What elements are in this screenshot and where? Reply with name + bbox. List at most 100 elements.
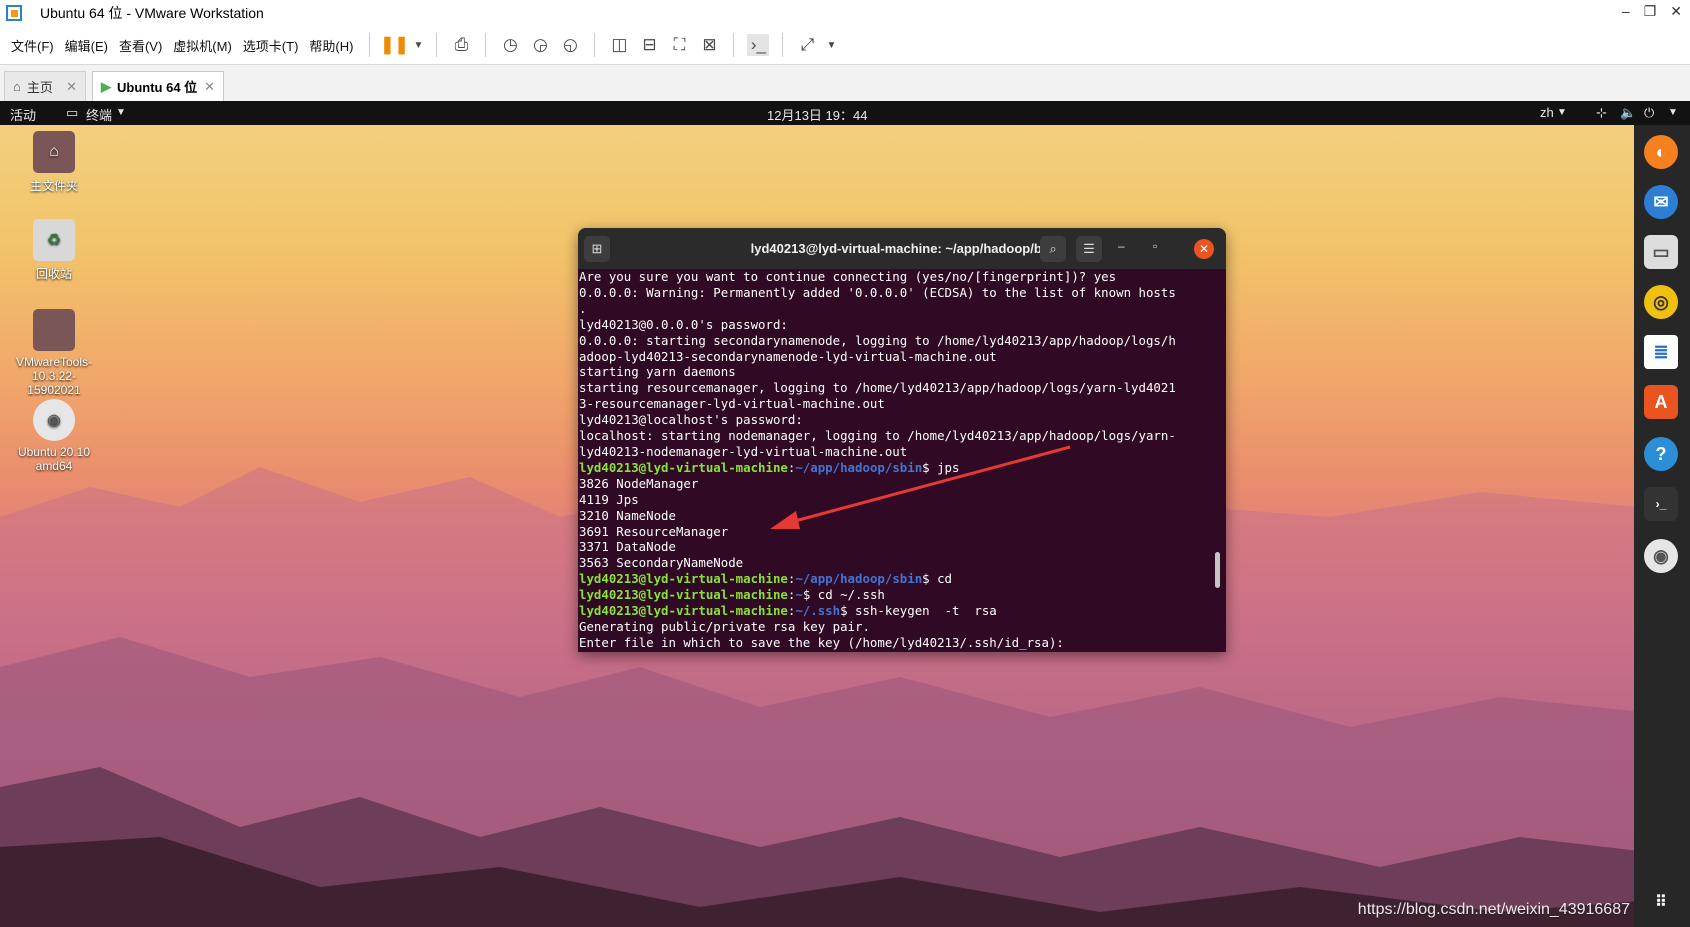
chevron-down-icon[interactable]: ▼: [116, 107, 126, 118]
terminal-line: .: [579, 300, 587, 316]
window-title: Ubuntu 64 位 - VMware Workstation: [40, 5, 264, 21]
menu-tabs[interactable]: 选项卡(T): [243, 36, 299, 55]
minimize-icon[interactable]: –: [1622, 3, 1630, 20]
terminal-line: Are you sure you want to continue connec…: [579, 269, 1117, 284]
restore-icon[interactable]: ❐: [1644, 3, 1657, 20]
desktop-item-trash[interactable]: ♻ 回收站: [8, 219, 100, 282]
desktop-item-ubuntu-disc[interactable]: ◉ Ubuntu 20.10 amd64: [8, 399, 100, 473]
terminal-line: 3563 SecondaryNameNode: [579, 555, 744, 571]
sidebar-view-icon[interactable]: ◫: [608, 34, 630, 56]
menu-edit[interactable]: 编辑(E): [65, 36, 108, 55]
desktop-item-home[interactable]: ⌂ 主文件夹: [8, 131, 100, 194]
terminal-icon[interactable]: ›_: [1644, 487, 1678, 521]
stretch-icon[interactable]: ⤢: [796, 34, 818, 56]
vm-screen[interactable]: 活动 ▭ 终端 ▼ 12月13日 19：44 zh ▼ ⊹ 🔈 ⏻ ▼ ⌂ 主文…: [0, 101, 1690, 927]
rhythmbox-icon[interactable]: ◎: [1644, 285, 1678, 319]
dvd-icon[interactable]: ◉: [1644, 539, 1678, 573]
chevron-down-icon[interactable]: ▼: [826, 34, 837, 56]
terminal-line: adoop-lyd40213-secondarynamenode-lyd-vir…: [579, 348, 997, 364]
folder-icon: [33, 309, 75, 351]
terminal-app-menu-icon[interactable]: ▭: [66, 105, 78, 121]
toolbar-separator: [733, 33, 735, 57]
snapshot-icon[interactable]: ◷: [499, 34, 521, 56]
prompt-command: $ cd ~/.ssh: [802, 587, 885, 603]
console-view-icon[interactable]: ›_: [747, 34, 770, 56]
menu-help[interactable]: 帮助(H): [309, 36, 353, 55]
toolbar-separator: [369, 33, 371, 57]
clock[interactable]: 12月13日 19：44: [767, 105, 867, 124]
tab-label: Ubuntu 64 位: [117, 80, 198, 95]
home-icon: ⌂: [13, 79, 21, 94]
chevron-down-icon[interactable]: ▼: [1557, 107, 1567, 118]
tab-home[interactable]: ⌂ 主页 ✕: [4, 71, 86, 101]
window-titlebar: Ubuntu 64 位 - VMware Workstation – ❐ ✕: [0, 0, 1690, 26]
close-tab-icon[interactable]: ✕: [66, 79, 77, 95]
close-icon[interactable]: ✕: [1194, 239, 1214, 259]
terminal-window[interactable]: ⊞ lyd40213@lyd-virtual-machine: ~/app/ha…: [578, 228, 1226, 652]
minimize-icon[interactable]: –: [1118, 239, 1125, 253]
prompt-path: ~: [795, 587, 803, 603]
terminal-line: lyd40213@lyd-virtual-machine:~$ cd ~/.ss…: [579, 587, 1205, 603]
scrollbar[interactable]: [1215, 552, 1220, 588]
toolbar-separator: [594, 33, 596, 57]
fullscreen-icon[interactable]: ⛶: [668, 34, 690, 56]
send-keys-icon[interactable]: ⎙: [450, 34, 472, 56]
prompt-command: $ ssh-keygen -t rsa: [840, 603, 997, 619]
vmware-logo-icon: [6, 5, 22, 21]
terminal-title: lyd40213@lyd-virtual-machine: ~/app/hado…: [750, 241, 1054, 256]
help-icon[interactable]: ?: [1644, 437, 1678, 471]
power-icon[interactable]: ⏻: [1644, 105, 1654, 121]
terminal-line: Enter file in which to save the key (/ho…: [579, 634, 1064, 650]
activities-button[interactable]: 活动: [10, 105, 36, 124]
desktop-item-label: 主文件夹: [29, 179, 78, 193]
volume-icon[interactable]: 🔈: [1620, 105, 1636, 121]
thumbnail-view-icon[interactable]: ⊟: [638, 34, 660, 56]
tab-label: 主页: [26, 80, 53, 95]
revert-snapshot-icon[interactable]: ◶: [529, 34, 551, 56]
menu-view[interactable]: 查看(V): [119, 36, 162, 55]
show-apps-icon[interactable]: ⠿: [1644, 885, 1678, 919]
desktop-item-label: Ubuntu 20.10 amd64: [17, 445, 91, 473]
menu-vm[interactable]: 虚拟机(M): [173, 36, 232, 55]
software-icon[interactable]: A: [1644, 385, 1678, 419]
gnome-topbar: 活动 ▭ 终端 ▼ 12月13日 19：44 zh ▼ ⊹ 🔈 ⏻ ▼: [0, 101, 1690, 125]
vm-icon: ▶: [101, 78, 111, 94]
prompt-user: lyd40213@lyd-virtual-machine: [579, 587, 788, 603]
terminal-headerbar: ⊞ lyd40213@lyd-virtual-machine: ~/app/ha…: [578, 228, 1226, 269]
annotation-arrow: [770, 445, 1071, 529]
watermark: https://blog.csdn.net/weixin_43916687: [1357, 901, 1630, 918]
writer-icon[interactable]: ≣: [1644, 335, 1678, 369]
pause-icon[interactable]: ❚❚: [380, 34, 409, 56]
network-icon[interactable]: ⊹: [1596, 105, 1607, 121]
prompt-path: ~/app/hadoop/sbin: [795, 571, 923, 587]
search-icon[interactable]: ⌕: [1040, 236, 1066, 262]
terminal-line: lyd40213@lyd-virtual-machine:~/app/hadoo…: [579, 571, 1205, 587]
files-icon[interactable]: ▭: [1644, 235, 1678, 269]
language-indicator[interactable]: zh: [1540, 105, 1554, 120]
app-menu-label[interactable]: 终端: [86, 105, 112, 124]
menu-file[interactable]: 文件(F): [11, 36, 54, 55]
chevron-down-icon[interactable]: ▼: [1668, 107, 1678, 118]
trash-icon: ♻: [33, 219, 75, 261]
desktop-item-label: 回收站: [35, 267, 72, 281]
hamburger-menu-icon[interactable]: ☰: [1076, 236, 1102, 262]
prompt-user: lyd40213@lyd-virtual-machine: [579, 571, 788, 587]
prompt-command: $ cd: [922, 571, 953, 587]
close-icon[interactable]: ✕: [1670, 3, 1682, 20]
menu-toolbar: 文件(F) 编辑(E) 查看(V) 虚拟机(M) 选项卡(T) 帮助(H) ❚❚…: [0, 26, 1690, 65]
chevron-down-icon[interactable]: ▼: [413, 34, 424, 56]
close-tab-icon[interactable]: ✕: [204, 79, 215, 95]
firefox-icon[interactable]: ◐: [1644, 135, 1678, 169]
ubuntu-dock: ◐ ✉ ▭ ◎ ≣ A ? ›_ ◉ ⠿: [1634, 125, 1690, 927]
snapshot-manager-icon[interactable]: ◵: [559, 34, 581, 56]
toolbar-separator: [485, 33, 487, 57]
desktop-item-vmwaretools[interactable]: VMwareTools-10.3.22-15902021: [8, 309, 100, 397]
maximize-icon[interactable]: ▫: [1153, 239, 1157, 253]
thunderbird-icon[interactable]: ✉: [1644, 185, 1678, 219]
tab-ubuntu[interactable]: ▶ Ubuntu 64 位 ✕: [92, 71, 224, 101]
terminal-line: lyd40213@0.0.0.0's password:: [579, 316, 788, 332]
home-folder-icon: ⌂: [33, 131, 75, 173]
unity-icon[interactable]: ⊠: [698, 34, 720, 56]
terminal-line: starting yarn daemons: [579, 364, 736, 380]
toolbar-separator: [782, 33, 784, 57]
